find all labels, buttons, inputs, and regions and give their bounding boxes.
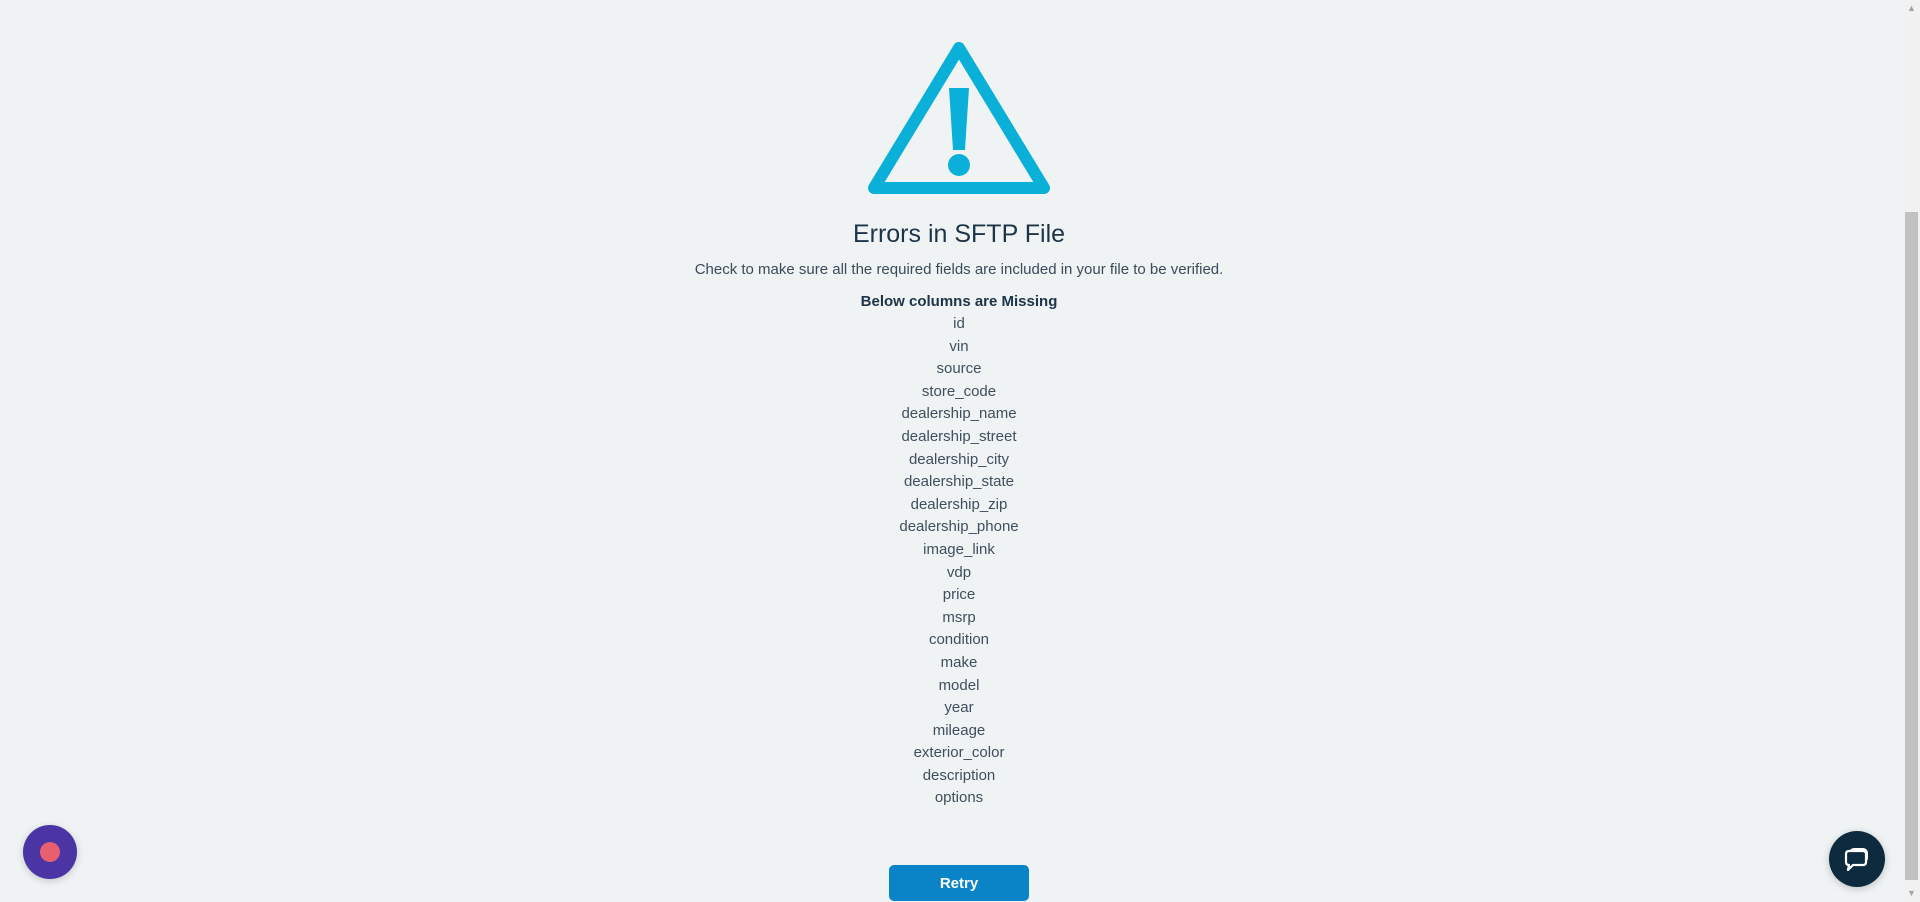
missing-column-item: dealership_street <box>901 427 1017 445</box>
missing-column-item: exterior_color <box>913 744 1005 762</box>
missing-columns-heading: Below columns are Missing <box>860 293 1058 310</box>
warning-triangle-icon <box>868 42 1050 194</box>
missing-column-item: image_link <box>923 540 995 558</box>
scroll-down-arrow-icon[interactable]: ▼ <box>1903 885 1920 902</box>
missing-column-item: options <box>934 789 984 807</box>
missing-column-item: id <box>953 315 965 332</box>
bot-launcher-button[interactable] <box>23 825 77 879</box>
missing-column-item: dealership_city <box>908 450 1010 468</box>
missing-column-item: condition <box>928 631 990 649</box>
missing-column-item: description <box>922 766 996 784</box>
missing-column-item: dealership_zip <box>910 495 1008 513</box>
error-description: Check to make sure all the required fiel… <box>694 261 1224 278</box>
missing-column-item: vdp <box>946 563 972 581</box>
missing-column-item: dealership_phone <box>899 518 1019 536</box>
chat-bubble-icon <box>1844 848 1868 872</box>
page-title: Errors in SFTP File <box>852 220 1066 248</box>
missing-column-item: store_code <box>921 382 997 400</box>
missing-columns-list: id vin source store_code dealership_name… <box>0 313 1918 810</box>
missing-column-item: price <box>942 586 976 604</box>
missing-column-item: vin <box>949 337 969 355</box>
missing-column-item: source <box>936 360 982 378</box>
page: Errors in SFTP File Check to make sure a… <box>0 0 1920 902</box>
chat-launcher-button[interactable] <box>1829 831 1885 887</box>
missing-column-item: model <box>938 676 980 694</box>
vertical-scrollbar[interactable]: ▲ ▼ <box>1903 0 1920 902</box>
scroll-up-arrow-icon[interactable]: ▲ <box>1903 0 1920 17</box>
missing-column-item: make <box>940 653 978 671</box>
missing-column-item: msrp <box>942 608 976 626</box>
missing-column-item: dealership_state <box>903 473 1015 491</box>
scrollbar-thumb[interactable] <box>1905 212 1918 880</box>
error-panel: Errors in SFTP File Check to make sure a… <box>0 0 1900 902</box>
missing-column-item: dealership_name <box>901 405 1017 423</box>
missing-column-item: year <box>944 699 974 717</box>
bot-launcher-icon <box>40 842 60 862</box>
retry-button[interactable]: Retry <box>889 865 1029 901</box>
missing-column-item: mileage <box>932 721 986 739</box>
